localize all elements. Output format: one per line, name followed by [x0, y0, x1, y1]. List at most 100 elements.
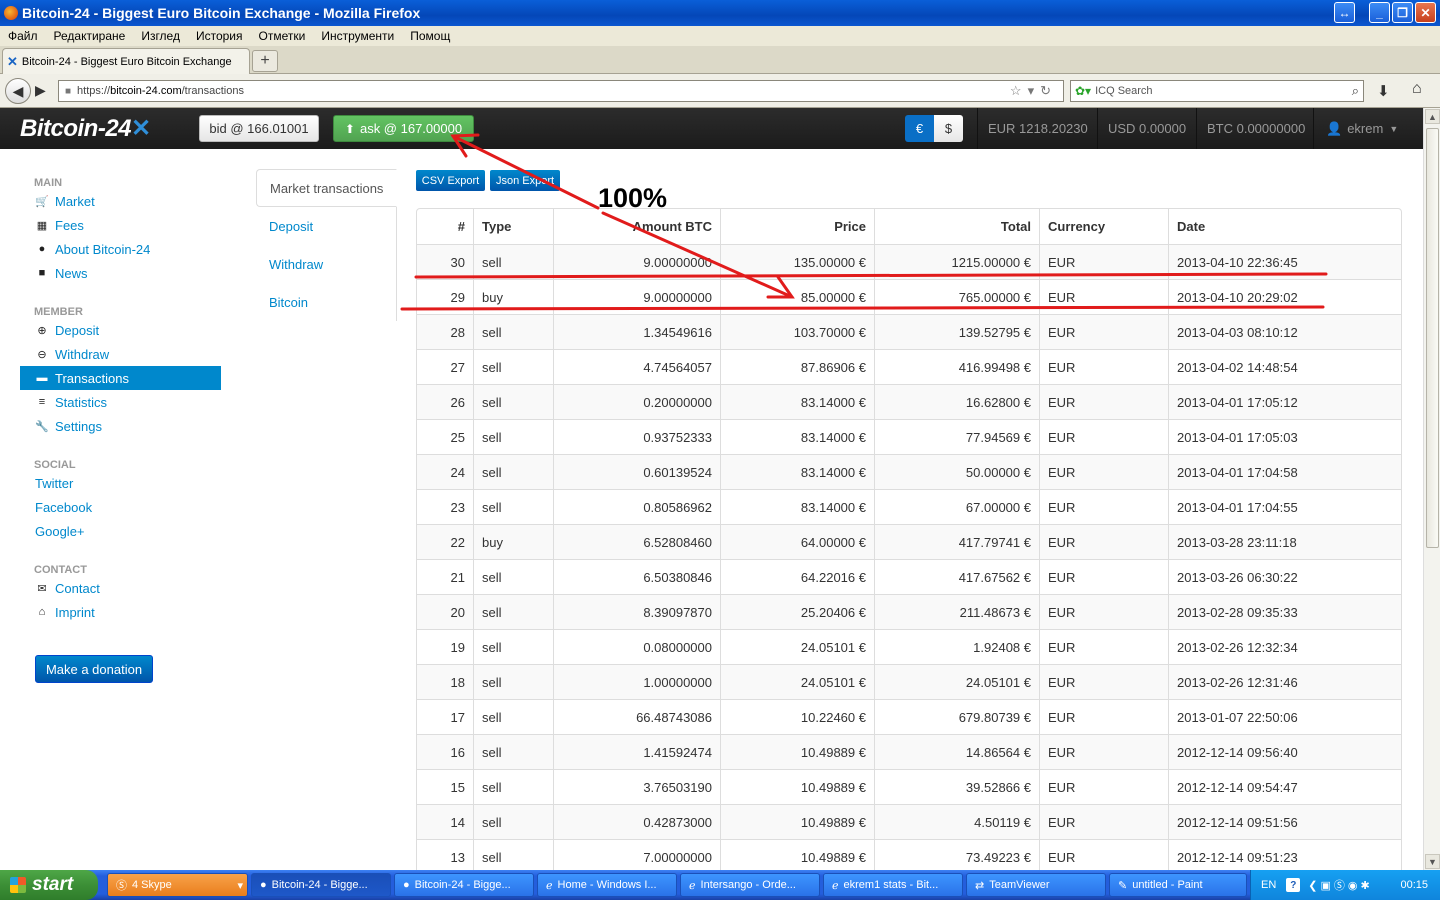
tab-market-transactions[interactable]: Market transactions [256, 169, 397, 207]
donate-button[interactable]: Make a donation [35, 655, 153, 683]
cell-type: sell [473, 454, 553, 489]
maximize-button[interactable]: ❐ [1392, 2, 1413, 23]
start-button[interactable]: start [0, 870, 98, 900]
site-logo[interactable]: Bitcoin-24✕ [20, 114, 151, 143]
sidebar-item-market[interactable]: 🛒 Market [20, 189, 221, 213]
sidebar-item-imprint[interactable]: ⌂ Imprint [20, 600, 221, 624]
home-icon[interactable]: ⌂ [1412, 80, 1422, 98]
cell-date: 2013-04-01 17:05:03 [1168, 419, 1401, 454]
back-button[interactable]: ◀ [5, 78, 31, 104]
bookmark-star-icon[interactable]: ☆ [1010, 83, 1028, 98]
close-button[interactable]: ✕ [1415, 2, 1436, 23]
cell-date: 2013-04-10 20:29:02 [1168, 279, 1401, 314]
taskbar-item-paint[interactable]: ✎ untitled - Paint [1109, 873, 1247, 897]
menu-help[interactable]: Помощ [402, 29, 458, 43]
menu-view[interactable]: Изглед [133, 29, 188, 43]
logo-text: Bitcoin-24 [20, 115, 132, 142]
site-topbar: Bitcoin-24✕ bid @ 166.01001 ⬆ ask @ 167.0… [0, 108, 1423, 149]
user-menu[interactable]: 👤 ekrem ▼ [1313, 108, 1398, 149]
menu-file[interactable]: Файл [0, 29, 46, 43]
sidebar-item-withdraw[interactable]: ⊖ Withdraw [20, 342, 221, 366]
taskbar-item-ie-home[interactable]: ℯ Home - Windows I... [537, 873, 677, 897]
taskbar-item-teamviewer[interactable]: ⇄ TeamViewer [966, 873, 1106, 897]
menu-bookmarks[interactable]: Отметки [251, 29, 314, 43]
tab-bitcoin[interactable]: Bitcoin [256, 283, 397, 321]
sidebar-item-news[interactable]: ■ News [20, 261, 221, 285]
paint-icon: ✎ [1118, 879, 1128, 892]
sidebar-item-statistics[interactable]: ≡ Statistics [20, 390, 221, 414]
cell-price: 24.05101 € [720, 629, 874, 664]
arrow-up-icon: ⬆ [344, 121, 355, 136]
url-domain: bitcoin-24.com [110, 85, 182, 97]
cell-total: 16.62800 € [874, 384, 1039, 419]
nav-header-member: MEMBER [34, 306, 83, 318]
menu-tools[interactable]: Инструменти [313, 29, 402, 43]
table-header-row: # Type Amount BTC Price Total Currency D… [417, 209, 1401, 244]
taskbar-item-firefox-1[interactable]: ● Bitcoin-24 - Bigge... [251, 873, 391, 897]
menu-bar: Файл Редактиране Изглед История Отметки … [0, 26, 1440, 46]
search-icon[interactable]: ⌕ [1352, 83, 1359, 99]
cell-amount: 0.80586962 [553, 489, 720, 524]
sidebar-item-about[interactable]: ● About Bitcoin-24 [20, 237, 221, 261]
sidebar-item-contact[interactable]: ✉ Contact [20, 576, 221, 600]
sidebar-label: Transactions [55, 370, 129, 386]
tab-deposit[interactable]: Deposit [256, 207, 397, 245]
network-icon[interactable]: ▣ [1321, 880, 1334, 892]
download-icon[interactable]: ⬇ [1377, 82, 1390, 100]
col-header-date: Date [1168, 209, 1401, 244]
forward-button[interactable]: ▶ [35, 82, 46, 99]
dropdown-arrow-icon[interactable]: ▾ [1028, 83, 1041, 98]
menu-edit[interactable]: Редактиране [46, 29, 134, 43]
window-controls: ↔ _ ❐ ✕ [1334, 2, 1436, 23]
json-export-button[interactable]: Json Export [490, 170, 560, 191]
sidebar-item-settings[interactable]: 🔧 Settings [20, 414, 221, 438]
cell-amount: 0.93752333 [553, 419, 720, 454]
taskbar-item-skype[interactable]: Ⓢ 4 Skype ▾ [107, 873, 248, 897]
language-indicator[interactable]: EN [1261, 879, 1276, 891]
menu-history[interactable]: История [188, 29, 251, 43]
cell-total: 1.92408 € [874, 629, 1039, 664]
sidebar-item-twitter[interactable]: Twitter [20, 471, 221, 495]
sidebar-item-googleplus[interactable]: Google+ [20, 519, 221, 543]
security-icon[interactable]: ◉ [1348, 880, 1361, 892]
sidebar-item-transactions[interactable]: ▬ Transactions [20, 366, 221, 390]
sidebar-label: About Bitcoin-24 [55, 241, 151, 257]
currency-eur-button[interactable]: € [905, 115, 934, 142]
grid-icon: ▦ [36, 219, 48, 232]
taskbar-item-ie-intersango[interactable]: ℯ Intersango - Orde... [680, 873, 820, 897]
skype-tray-icon[interactable]: Ⓢ [1334, 880, 1348, 892]
cell-date: 2012-12-14 09:56:40 [1168, 734, 1401, 769]
settings-icon[interactable]: ✱ [1361, 880, 1373, 892]
cell-price: 64.22016 € [720, 559, 874, 594]
ask-button[interactable]: ⬆ ask @ 167.00000 [333, 115, 474, 142]
cell-type: sell [473, 804, 553, 839]
bid-button[interactable]: bid @ 166.01001 [199, 115, 319, 142]
reload-icon[interactable]: ↻ [1040, 83, 1057, 98]
browser-tab-active[interactable]: ✕ Bitcoin-24 - Biggest Euro Bitcoin Exch… [2, 48, 250, 74]
cell-price: 83.14000 € [720, 419, 874, 454]
chevron-left-icon[interactable]: ❮ [1308, 880, 1320, 892]
sidebar-item-facebook[interactable]: Facebook [20, 495, 221, 519]
currency-usd-button[interactable]: $ [934, 115, 963, 142]
map-marker-icon: ● [38, 243, 46, 255]
sidebar-item-fees[interactable]: ▦ Fees [20, 213, 221, 237]
clock: 00:15 [1400, 879, 1428, 891]
tab-withdraw[interactable]: Withdraw [256, 245, 397, 283]
url-bar[interactable]: ■ https://bitcoin-24.com/transactions ☆▾… [58, 80, 1064, 102]
chevron-down-icon: ▾ [237, 879, 243, 892]
cell-date: 2013-02-28 09:35:33 [1168, 594, 1401, 629]
cell-price: 10.49889 € [720, 734, 874, 769]
page-scrollbar[interactable]: ▲ ▼ [1423, 108, 1440, 870]
scroll-up-icon[interactable]: ▲ [1425, 109, 1440, 124]
scroll-down-icon[interactable]: ▼ [1425, 854, 1440, 869]
csv-export-button[interactable]: CSV Export [416, 170, 485, 191]
scroll-thumb[interactable] [1426, 128, 1439, 548]
help-icon[interactable]: ? [1286, 878, 1301, 892]
resize-toggle-icon[interactable]: ↔ [1334, 2, 1355, 23]
sidebar-item-deposit[interactable]: ⊕ Deposit [20, 318, 221, 342]
minimize-button[interactable]: _ [1369, 2, 1390, 23]
search-bar[interactable]: ✿▾ ICQ Search ⌕ [1070, 80, 1364, 102]
taskbar-item-firefox-2[interactable]: ● Bitcoin-24 - Bigge... [394, 873, 534, 897]
new-tab-button[interactable]: + [252, 50, 278, 72]
taskbar-item-ie-stats[interactable]: ℯ ekrem1 stats - Bit... [823, 873, 963, 897]
